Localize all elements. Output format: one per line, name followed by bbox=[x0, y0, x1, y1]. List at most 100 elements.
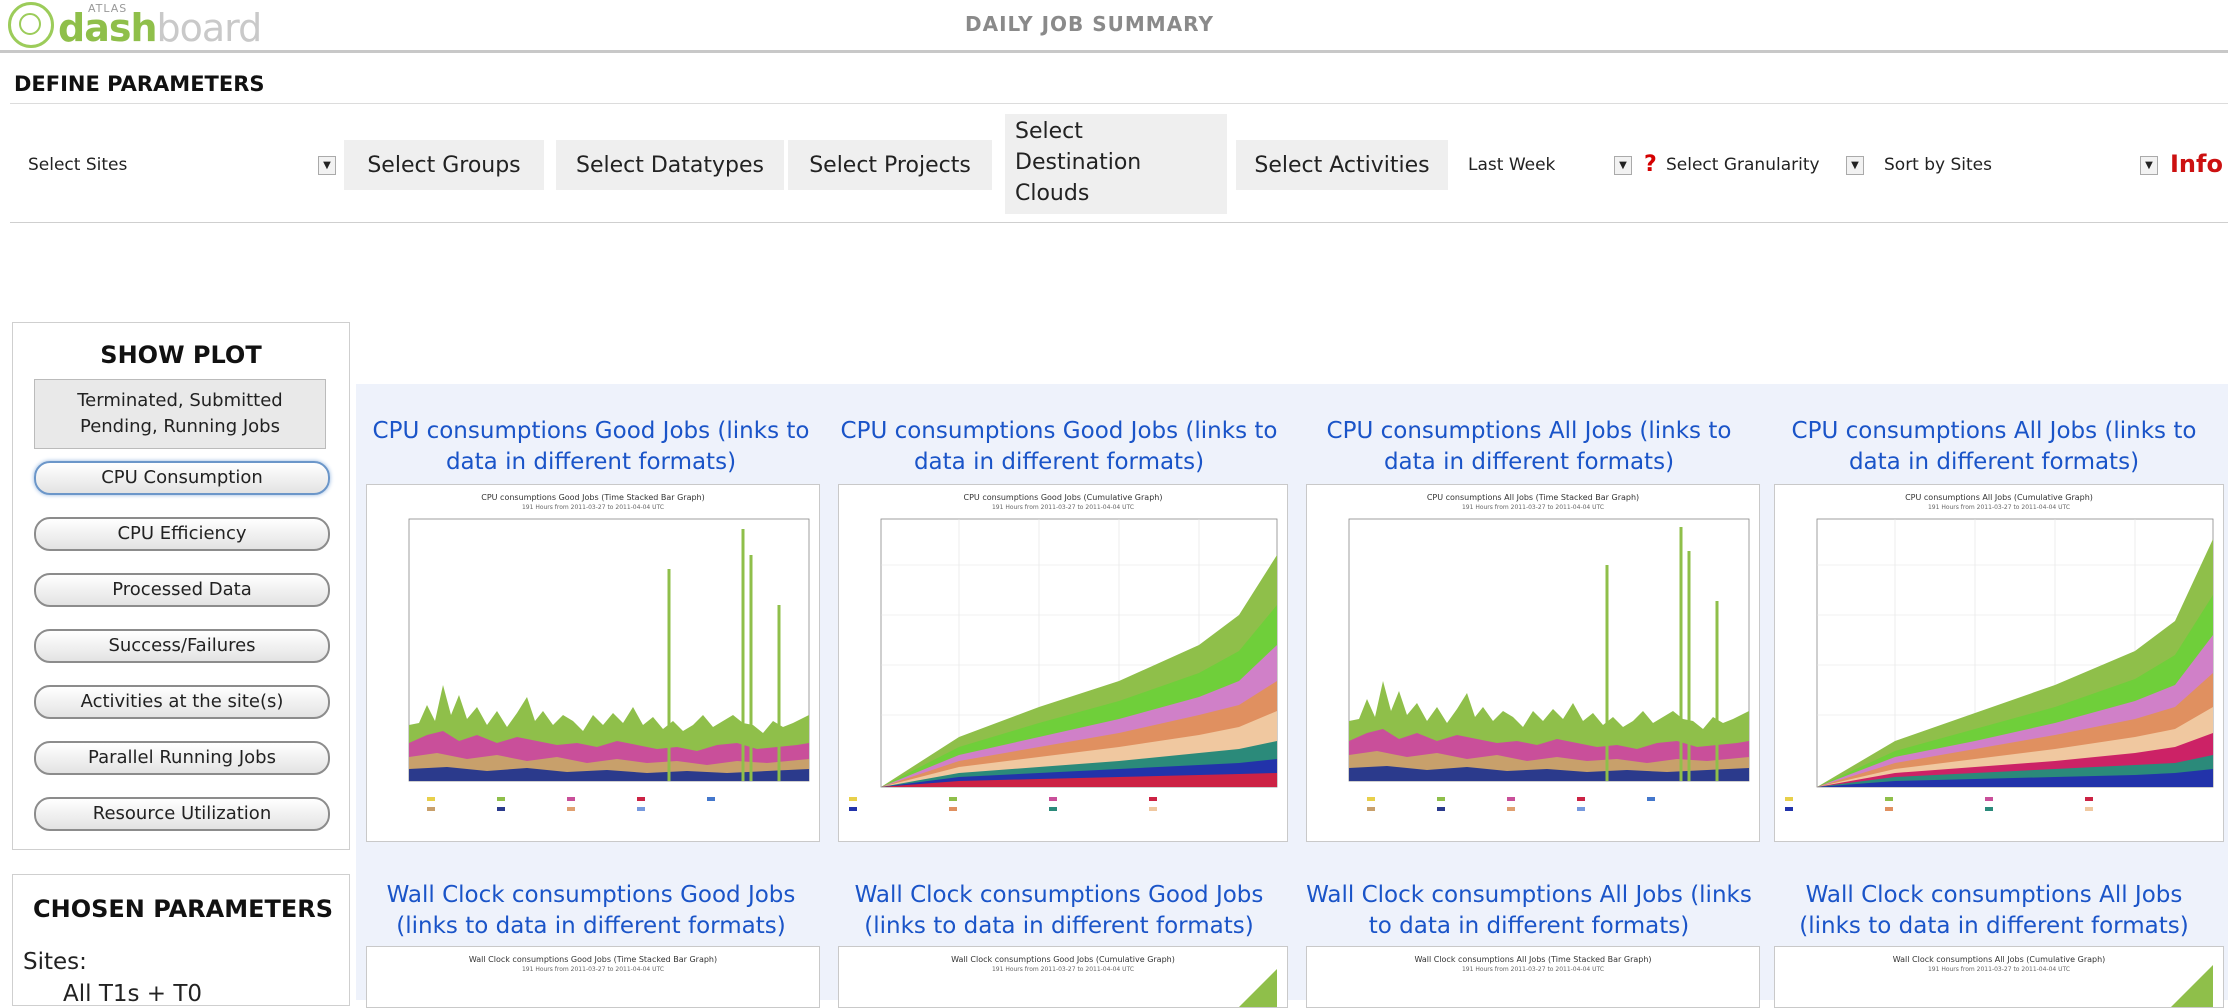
page-title: DAILY JOB SUMMARY bbox=[965, 12, 1214, 36]
caption-line: CPU consumptions Good Jobs (links to bbox=[840, 418, 1278, 444]
thumb-title: Wall Clock consumptions Good Jobs (Cumul… bbox=[951, 955, 1175, 964]
chosen-sites-value: All T1s + T0 bbox=[63, 981, 203, 1007]
info-link[interactable]: Info bbox=[2170, 150, 2223, 178]
params-divider bbox=[10, 222, 2228, 223]
caption-line: data in different formats) bbox=[445, 449, 737, 475]
chevron-down-icon: ▼ bbox=[1846, 156, 1864, 175]
granularity-select-value: Select Granularity bbox=[1666, 155, 1820, 175]
caption-line: Wall Clock consumptions Good Jobs bbox=[386, 882, 796, 908]
parallel-running-jobs-button[interactable]: Parallel Running Jobs bbox=[34, 741, 330, 775]
plot-thumbnail[interactable]: CPU consumptions All Jobs (Time Stacked … bbox=[1306, 484, 1760, 842]
select-activities-button[interactable]: Select Activities bbox=[1236, 140, 1448, 190]
caption-line: Wall Clock consumptions All Jobs (links bbox=[1306, 882, 1752, 908]
granularity-select[interactable]: Select Granularity ▼ bbox=[1660, 148, 1870, 182]
thumb-subtitle: 191 Hours from 2011-03-27 to 2011-04-04 … bbox=[1927, 504, 2071, 511]
plot-caption-wall-good-bar[interactable]: Wall Clock consumptions Good Jobs (links… bbox=[364, 880, 818, 942]
job-status-button[interactable]: Terminated, Submitted Pending, Running J… bbox=[34, 379, 326, 449]
cumulative-graph-image bbox=[1785, 518, 2214, 811]
job-status-label: Terminated, Submitted Pending, Running J… bbox=[77, 388, 282, 440]
sites-select-value: Select Sites bbox=[28, 155, 128, 175]
plot-caption-cpu-good-bar[interactable]: CPU consumptions Good Jobs (links to dat… bbox=[364, 416, 818, 478]
select-datatypes-button[interactable]: Select Datatypes bbox=[556, 140, 784, 190]
sort-select-value: Sort by Sites bbox=[1884, 155, 1993, 175]
caption-line: data in different formats) bbox=[1383, 449, 1675, 475]
caption-line: (links to data in different formats) bbox=[864, 913, 1254, 939]
thumb-title: Wall Clock consumptions All Jobs (Cumula… bbox=[1892, 955, 2106, 964]
plot-caption-cpu-good-cumulative[interactable]: CPU consumptions Good Jobs (links to dat… bbox=[830, 416, 1288, 478]
destination-line-1: Select bbox=[1015, 119, 1083, 144]
define-divider bbox=[10, 103, 2228, 104]
plot-thumbnail[interactable]: CPU consumptions Good Jobs (Cumulative G… bbox=[838, 484, 1288, 842]
caption-line: data in different formats) bbox=[1848, 449, 2140, 475]
thumb-title: CPU consumptions All Jobs (Cumulative Gr… bbox=[1905, 493, 2093, 502]
stacked-bar-graph-image bbox=[1348, 518, 1750, 811]
activities-at-sites-button[interactable]: Activities at the site(s) bbox=[34, 685, 330, 719]
caption-line: Wall Clock consumptions All Jobs bbox=[1805, 882, 2183, 908]
period-select-value: Last Week bbox=[1468, 155, 1556, 175]
select-destination-clouds-button[interactable]: Select Destination Clouds bbox=[1005, 114, 1227, 214]
thumb-subtitle: 191 Hours from 2011-03-27 to 2011-04-04 … bbox=[1461, 966, 1605, 973]
job-status-line-1: Terminated, Submitted bbox=[77, 390, 283, 411]
logo-wordmark-board: board bbox=[156, 6, 263, 50]
sites-select[interactable]: Select Sites ▼ bbox=[12, 148, 342, 182]
define-parameters-heading: DEFINE PARAMETERS bbox=[14, 72, 265, 96]
chevron-down-icon: ▼ bbox=[318, 156, 336, 175]
processed-data-button[interactable]: Processed Data bbox=[34, 573, 330, 607]
plot-thumbnail[interactable]: Wall Clock consumptions Good Jobs (Cumul… bbox=[838, 946, 1288, 1008]
plot-caption-wall-all-bar[interactable]: Wall Clock consumptions All Jobs (links … bbox=[1298, 880, 1760, 942]
show-plot-panel: SHOW PLOT Terminated, Submitted Pending,… bbox=[12, 322, 350, 850]
chosen-parameters-heading: CHOSEN PARAMETERS bbox=[33, 895, 334, 923]
destination-line-3: Clouds bbox=[1015, 181, 1090, 206]
stacked-bar-graph-image bbox=[408, 518, 810, 811]
plot-caption-wall-all-cumulative[interactable]: Wall Clock consumptions All Jobs (links … bbox=[1768, 880, 2220, 942]
plot-caption-cpu-all-bar[interactable]: CPU consumptions All Jobs (links to data… bbox=[1300, 416, 1758, 478]
chosen-parameters-panel: CHOSEN PARAMETERS Sites: All T1s + T0 bbox=[12, 874, 350, 1007]
thumb-title: CPU consumptions Good Jobs (Time Stacked… bbox=[481, 493, 705, 502]
thumb-title: Wall Clock consumptions Good Jobs (Time … bbox=[468, 955, 718, 964]
period-select[interactable]: Last Week ▼ bbox=[1452, 148, 1638, 182]
chosen-sites-label: Sites: bbox=[23, 949, 87, 975]
caption-line: (links to data in different formats) bbox=[1799, 913, 2189, 939]
select-projects-button[interactable]: Select Projects bbox=[788, 140, 992, 190]
show-plot-heading: SHOW PLOT bbox=[100, 341, 262, 369]
thumb-title: CPU consumptions Good Jobs (Cumulative G… bbox=[963, 493, 1163, 502]
cumulative-graph-image bbox=[849, 518, 1278, 811]
destination-line-2: Destination bbox=[1015, 150, 1142, 175]
plots-top-strip bbox=[356, 322, 2228, 384]
plot-caption-cpu-all-cumulative[interactable]: CPU consumptions All Jobs (links to data… bbox=[1768, 416, 2220, 478]
header-bar: dashboard ATLAS DAILY JOB SUMMARY bbox=[0, 0, 2228, 53]
thumb-subtitle: 191 Hours from 2011-03-27 to 2011-04-04 … bbox=[521, 504, 665, 511]
job-status-line-2: Pending, Running Jobs bbox=[79, 416, 280, 437]
thumb-subtitle: 191 Hours from 2011-03-27 to 2011-04-04 … bbox=[991, 966, 1135, 973]
thumb-subtitle: 191 Hours from 2011-03-27 to 2011-04-04 … bbox=[991, 504, 1135, 511]
plot-thumbnail[interactable]: CPU consumptions All Jobs (Cumulative Gr… bbox=[1774, 484, 2224, 842]
thumb-title: CPU consumptions All Jobs (Time Stacked … bbox=[1426, 493, 1640, 502]
thumb-subtitle: 191 Hours from 2011-03-27 to 2011-04-04 … bbox=[1927, 966, 2071, 973]
thumb-title: Wall Clock consumptions All Jobs (Time S… bbox=[1414, 955, 1652, 964]
thumb-subtitle: 191 Hours from 2011-03-27 to 2011-04-04 … bbox=[521, 966, 665, 973]
question-icon[interactable]: ? bbox=[1644, 152, 1657, 177]
success-failures-button[interactable]: Success/Failures bbox=[34, 629, 330, 663]
caption-line: CPU consumptions Good Jobs (links to bbox=[372, 418, 810, 444]
atlas-dashboard-logo[interactable]: dashboard bbox=[8, 2, 263, 50]
caption-line: (links to data in different formats) bbox=[396, 913, 786, 939]
cpu-consumption-button[interactable]: CPU Consumption bbox=[34, 461, 330, 495]
caption-line: CPU consumptions All Jobs (links to bbox=[1791, 418, 2197, 444]
logo-atlas-label: ATLAS bbox=[88, 2, 128, 15]
thumb-subtitle: 191 Hours from 2011-03-27 to 2011-04-04 … bbox=[1461, 504, 1605, 511]
resource-utilization-button[interactable]: Resource Utilization bbox=[34, 797, 330, 831]
chevron-down-icon: ▼ bbox=[1614, 156, 1632, 175]
plot-caption-wall-good-cumulative[interactable]: Wall Clock consumptions Good Jobs (links… bbox=[830, 880, 1288, 942]
atlas-logo-icon bbox=[8, 2, 54, 48]
sort-select[interactable]: Sort by Sites ▼ bbox=[1874, 148, 2164, 182]
plot-thumbnail[interactable]: Wall Clock consumptions All Jobs (Cumula… bbox=[1774, 946, 2224, 1008]
plot-thumbnail[interactable]: CPU consumptions Good Jobs (Time Stacked… bbox=[366, 484, 820, 842]
select-groups-button[interactable]: Select Groups bbox=[344, 140, 544, 190]
caption-line: data in different formats) bbox=[913, 449, 1205, 475]
plot-thumbnail[interactable]: Wall Clock consumptions All Jobs (Time S… bbox=[1306, 946, 1760, 1008]
cpu-efficiency-button[interactable]: CPU Efficiency bbox=[34, 517, 330, 551]
caption-line: Wall Clock consumptions Good Jobs bbox=[854, 882, 1264, 908]
plot-thumbnail[interactable]: Wall Clock consumptions Good Jobs (Time … bbox=[366, 946, 820, 1008]
caption-line: CPU consumptions All Jobs (links to bbox=[1326, 418, 1732, 444]
chevron-down-icon: ▼ bbox=[2140, 156, 2158, 175]
